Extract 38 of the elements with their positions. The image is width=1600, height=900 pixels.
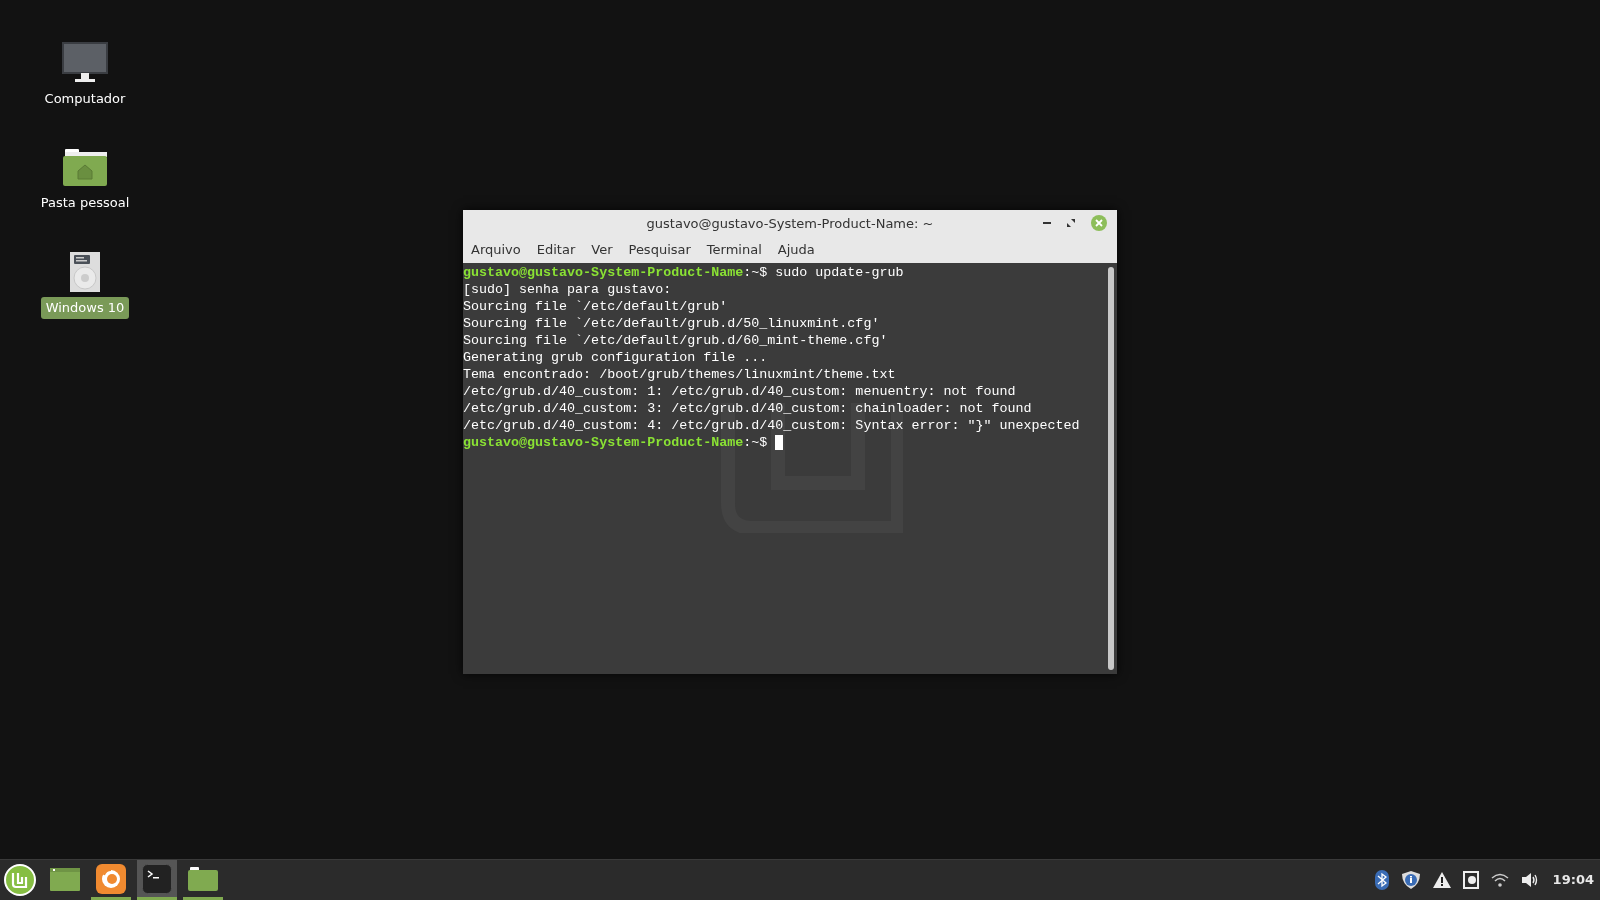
menu-item[interactable]: Ajuda: [777, 240, 815, 260]
desktop-icon-label[interactable]: Computador: [39, 88, 131, 110]
terminal-line: [sudo] senha para gustavo:: [463, 281, 673, 298]
terminal-line: Tema encontrado: /boot/grub/themes/linuxmint/theme.txt: [463, 366, 897, 383]
menu-item[interactable]: Pesquisar: [628, 240, 691, 260]
menu-item[interactable]: Editar: [536, 240, 576, 260]
drive-icon[interactable]: [1462, 871, 1479, 889]
home-folder-icon: [61, 147, 109, 188]
bluetooth-icon[interactable]: [1374, 870, 1389, 890]
clock[interactable]: 19:04: [1552, 870, 1594, 890]
window-title: gustavo@gustavo-System-Product-Name: ~: [646, 214, 934, 233]
scrollbar[interactable]: [1108, 267, 1114, 670]
terminal-line: gustavo@gustavo-System-Product-Name:~$ sudo update-grub: [463, 264, 905, 281]
window-icon: [50, 866, 80, 891]
terminal-line: gustavo@gustavo-System-Product-Name:~$: [463, 434, 1108, 451]
desktop-icon-label[interactable]: Pasta pessoal: [35, 191, 135, 213]
text-cursor: [775, 434, 784, 450]
monitor-icon: [61, 42, 109, 84]
terminal-line: Sourcing file `/etc/default/grub.d/60_mint-theme.cfg': [463, 332, 889, 349]
menu-item[interactable]: Terminal: [706, 240, 762, 260]
volume-icon[interactable]: [1520, 872, 1539, 888]
warning-icon[interactable]: [1432, 872, 1451, 888]
hard-drive-icon: [69, 251, 101, 293]
terminal-line: Sourcing file `/etc/default/grub.d/50_linuxmint.cfg': [463, 315, 881, 332]
terminal-line: /etc/grub.d/40_custom: 4: /etc/grub.d/40_custom: Syntax error: "}" unexpected: [463, 417, 1081, 434]
shield-icon[interactable]: [1400, 870, 1421, 890]
wifi-icon[interactable]: [1490, 873, 1509, 887]
terminal-line: Sourcing file `/etc/default/grub': [463, 298, 729, 315]
maximize-icon[interactable]: [1067, 219, 1075, 227]
terminal-line: /etc/grub.d/40_custom: 3: /etc/grub.d/40_custom: chainloader: not found: [463, 400, 1033, 417]
taskbar-app[interactable]: [137, 860, 177, 900]
menu-item[interactable]: Arquivo: [471, 240, 521, 260]
mint-menu-icon[interactable]: [4, 864, 36, 896]
terminal-icon: [142, 863, 172, 894]
terminal-line: /etc/grub.d/40_custom: 1: /etc/grub.d/40_custom: menuentry: not found: [463, 383, 1017, 400]
folder-icon: [188, 866, 218, 891]
terminal-line: Generating grub configuration file ...: [463, 349, 769, 366]
menu-item[interactable]: Ver: [591, 240, 613, 260]
